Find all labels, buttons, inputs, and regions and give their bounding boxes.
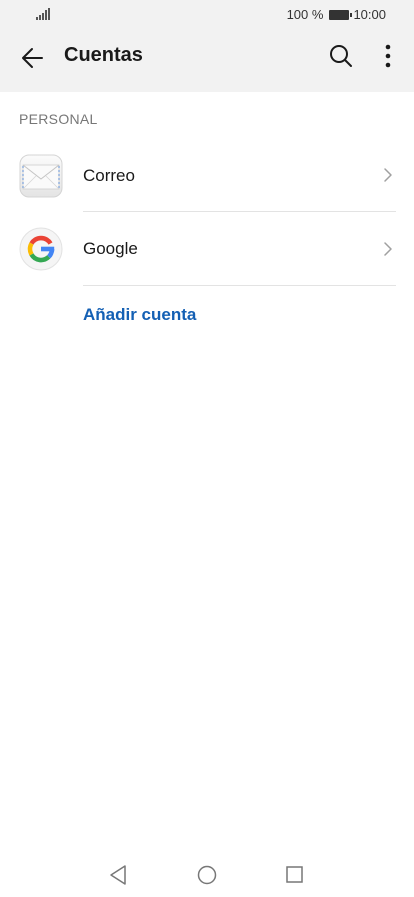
signal-strength-icon <box>36 8 50 20</box>
nav-home-icon[interactable] <box>197 865 217 885</box>
account-row-correo[interactable]: Correo <box>0 138 414 212</box>
google-logo-icon <box>19 227 63 271</box>
status-right: 100 % 10:00 <box>287 7 386 22</box>
system-navigation-bar <box>0 850 414 897</box>
more-vert-icon[interactable] <box>378 41 398 71</box>
account-label: Google <box>83 239 138 258</box>
nav-recents-icon[interactable] <box>286 866 303 883</box>
search-icon[interactable] <box>328 43 354 69</box>
back-arrow-icon[interactable] <box>18 43 48 73</box>
account-label: Correo <box>83 166 135 185</box>
add-account-button[interactable]: Añadir cuenta <box>83 305 196 325</box>
battery-percentage: 100 % <box>286 7 324 22</box>
app-bar: Cuentas <box>0 30 414 92</box>
section-header-personal: PERSONAL <box>19 111 98 127</box>
chevron-right-icon <box>384 242 392 256</box>
status-bar: 100 % 10:00 <box>0 0 414 30</box>
chevron-right-icon <box>384 168 392 182</box>
account-row-google[interactable]: Google <box>0 212 414 286</box>
battery-icon <box>329 9 353 20</box>
mail-envelope-icon <box>19 154 63 198</box>
page-title: Cuentas <box>64 44 143 66</box>
divider <box>83 285 396 286</box>
nav-back-icon[interactable] <box>108 864 128 886</box>
clock: 10:00 <box>353 7 386 22</box>
